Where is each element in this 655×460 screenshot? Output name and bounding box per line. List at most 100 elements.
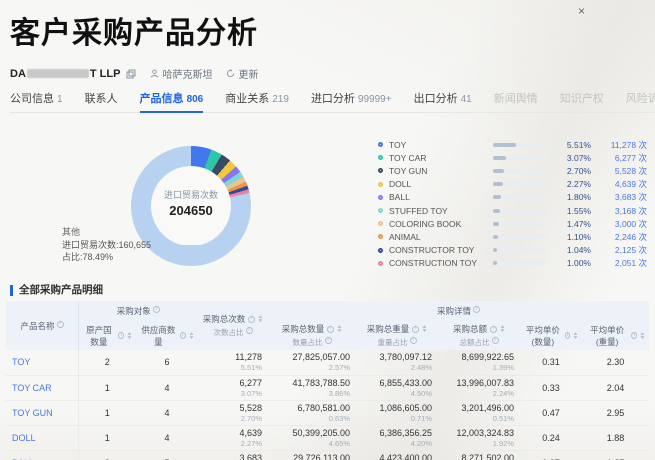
tab-出口分析[interactable]: 出口分析 41 xyxy=(414,90,472,106)
sort-icon[interactable]: ▲ ▼ xyxy=(499,325,505,334)
total-amount-cell: 3,201,496.00 0.51% xyxy=(438,400,521,426)
company-name: DA T LLP xyxy=(10,68,120,80)
legend-count: 2,051 次 xyxy=(614,258,647,269)
info-icon[interactable] xyxy=(491,337,499,344)
info-icon[interactable] xyxy=(327,325,335,333)
legend-item-toy-gun[interactable]: TOY GUN 2.70% 5,528 次 xyxy=(378,164,650,177)
col-header-avg-price-weight[interactable]: 平均单价(重量)▲▼ xyxy=(582,321,650,350)
col-header-total-weight[interactable]: 采购总重量▲▼ 重量占比 xyxy=(356,321,439,350)
sort-icon[interactable]: ▲ ▼ xyxy=(337,325,343,334)
import-product-chart: 进口贸易次数 204650 其他 进口贸易次数:160,655 占比:78.49… xyxy=(0,118,655,283)
sort-icon[interactable]: ▲ ▼ xyxy=(258,315,264,324)
legend-mini-bar xyxy=(493,168,545,173)
total-weight-cell: 6,855,433.00 4.50% xyxy=(356,375,439,401)
total-amount-cell: 8,271,502.001.32% xyxy=(438,450,521,460)
purchase-table: 产品名称 采购对象 采购总次数▲▼ 次数占比 采购详情 原产国数量▲ xyxy=(6,301,650,460)
group-header-detail: 采购详情 xyxy=(268,301,650,321)
col-header-origin-count[interactable]: 原产国数量▲▼ xyxy=(78,321,136,350)
legend-count: 5,528 次 xyxy=(614,165,647,176)
donut-center-label: 进口贸易次数 xyxy=(163,190,218,200)
supplier-count-link[interactable]: 5 xyxy=(136,450,199,460)
avg-price-weight-cell: 1.87 xyxy=(582,450,650,460)
refresh-button[interactable]: 更新 xyxy=(226,66,258,81)
supplier-count-link[interactable]: 4 xyxy=(136,425,199,451)
info-icon[interactable] xyxy=(412,325,420,333)
col-header-total-qty[interactable]: 采购总数量▲▼ 数量占比 xyxy=(268,321,357,350)
tab-label: 商业关系 xyxy=(225,93,270,105)
sort-icon[interactable]: ▲ ▼ xyxy=(422,325,428,334)
legend-item-stuffed-toy[interactable]: STUFFED TOY 1.55% 3,168 次 xyxy=(378,204,650,217)
donut-center-value: 204650 xyxy=(169,203,213,218)
legend-item-coloring-book[interactable]: COLORING BOOK 1.47% 3,000 次 xyxy=(378,217,650,230)
tab-count: 219 xyxy=(272,94,289,105)
tab-公司信息[interactable]: 公司信息 1 xyxy=(10,90,63,106)
legend-label: TOY CAR xyxy=(389,152,427,163)
close-icon[interactable]: × xyxy=(578,4,585,18)
sort-icon[interactable]: ▲ ▼ xyxy=(572,331,578,340)
info-icon[interactable] xyxy=(409,337,417,344)
legend-item-construction-toy[interactable]: CONSTRUCTION TOY 1.00% 2,051 次 xyxy=(378,257,650,270)
product-link[interactable]: BALL xyxy=(6,450,79,460)
info-icon[interactable] xyxy=(118,332,125,339)
legend-mini-bar xyxy=(493,155,545,160)
col-header-supplier-count[interactable]: 供应商数量▲▼ xyxy=(136,321,199,350)
legend-percent: 2.70% xyxy=(566,165,591,176)
legend-percent: 3.07% xyxy=(566,152,591,163)
total-times-cell: 3,6831.80% xyxy=(198,450,269,460)
tab-商业关系[interactable]: 商业关系 219 xyxy=(225,90,289,106)
col-header-total-amount[interactable]: 采购总额▲▼ 总额占比 xyxy=(438,321,521,350)
legend-item-ball[interactable]: BALL 1.80% 3,683 次 xyxy=(378,191,650,204)
legend-dot-icon xyxy=(378,155,383,161)
legend-dot-icon xyxy=(378,181,383,187)
sort-icon[interactable]: ▲ ▼ xyxy=(639,331,645,340)
company-country-label: 哈萨克斯坦 xyxy=(162,70,213,81)
tab-进口分析[interactable]: 进口分析 99999+ xyxy=(311,90,392,106)
info-icon[interactable] xyxy=(564,332,571,339)
supplier-count-link[interactable]: 6 xyxy=(136,350,199,376)
product-link[interactable]: TOY GUN xyxy=(6,400,79,426)
info-icon[interactable] xyxy=(631,332,638,339)
legend-mini-bar xyxy=(493,208,545,213)
info-icon[interactable] xyxy=(245,327,253,334)
tab-产品信息[interactable]: 产品信息 806 xyxy=(139,90,203,113)
tab-label: 联系人 xyxy=(84,93,118,105)
col-header-avg-price-qty[interactable]: 平均单价(数量)▲▼ xyxy=(520,321,583,350)
info-icon[interactable] xyxy=(324,337,332,344)
legend-count: 4,639 次 xyxy=(614,179,647,190)
info-icon[interactable] xyxy=(473,306,481,313)
sort-icon[interactable]: ▲ ▼ xyxy=(188,331,194,340)
col-header-total-times[interactable]: 采购总次数▲▼ 次数占比 xyxy=(198,301,269,350)
legend-item-toy[interactable]: TOY 5.51% 11,278 次 xyxy=(378,138,650,151)
info-icon[interactable] xyxy=(490,325,498,333)
info-icon[interactable] xyxy=(179,332,187,339)
legend-mini-bar xyxy=(493,248,545,253)
sort-icon[interactable]: ▲ ▼ xyxy=(126,331,132,340)
product-link[interactable]: TOY CAR xyxy=(6,375,79,401)
supplier-count-link[interactable]: 4 xyxy=(136,375,199,401)
copy-icon[interactable] xyxy=(126,69,136,79)
legend-label: COLORING BOOK xyxy=(389,218,462,229)
section-title: 全部采购产品明细 xyxy=(10,285,103,296)
info-icon[interactable] xyxy=(248,315,256,323)
legend-item-constructor-toy[interactable]: CONSTRUCTOR TOY 1.04% 2,125 次 xyxy=(378,244,650,257)
legend-dot-icon xyxy=(378,208,383,214)
legend-dot-icon xyxy=(378,234,383,240)
info-icon[interactable] xyxy=(152,306,160,313)
supplier-count-link[interactable]: 4 xyxy=(136,400,199,426)
total-times-cell: 11,278 5.51% xyxy=(198,350,269,376)
table-row: DOLL 1 4 4,639 2.27% 50,399,205.00 4.65% 6,386,… xyxy=(6,425,650,451)
legend-item-doll[interactable]: DOLL 2.27% 4,639 次 xyxy=(378,178,650,191)
avg-price-weight-cell: 2.30 xyxy=(582,350,650,376)
legend-item-toy-car[interactable]: TOY CAR 3.07% 6,277 次 xyxy=(378,151,650,164)
product-link[interactable]: DOLL xyxy=(6,425,79,451)
legend-item-animal[interactable]: ANIMAL 1.10% 2,246 次 xyxy=(378,230,650,243)
legend-count: 2,246 次 xyxy=(614,231,647,242)
product-link[interactable]: TOY xyxy=(6,350,79,376)
total-times-cell: 6,277 3.07% xyxy=(198,375,269,401)
total-qty-cell: 27,825,057.00 2.57% xyxy=(268,350,357,376)
tooltip-title: 其他 xyxy=(62,227,81,237)
tab-count: 41 xyxy=(460,94,472,105)
tab-联系人[interactable]: 联系人 xyxy=(85,90,118,106)
legend-label: ANIMAL xyxy=(389,231,421,242)
info-icon[interactable] xyxy=(56,320,64,328)
